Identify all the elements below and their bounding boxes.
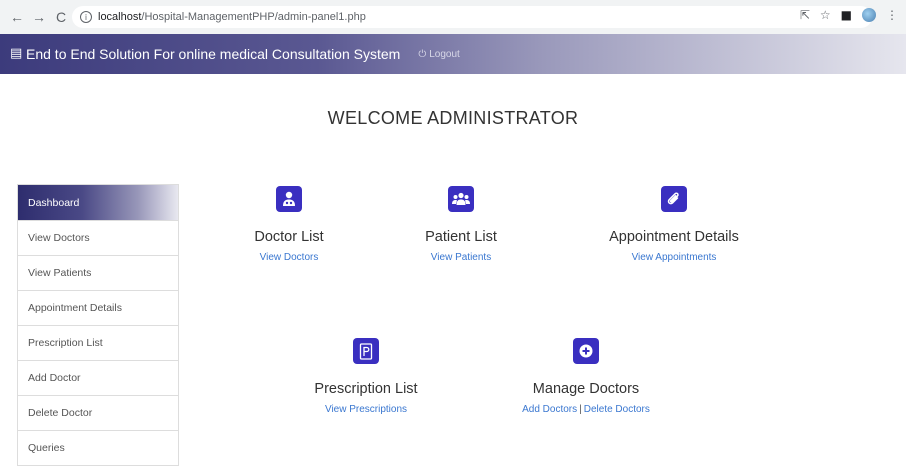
appointment-details-title: Appointment Details: [609, 229, 739, 245]
appointment-details-card: Appointment Details View Appointments: [600, 186, 748, 263]
window-icon[interactable]: ■: [841, 8, 852, 22]
menu-icon[interactable]: ⋮: [886, 8, 898, 22]
plus-circle-icon: [573, 338, 599, 364]
doctor-list-title: Doctor List: [254, 229, 324, 245]
app-navbar: ▤ End to End Solution For online medical…: [0, 34, 906, 74]
logout-label: Logout: [429, 48, 460, 60]
prescription-list-title: Prescription List: [314, 381, 418, 397]
sidebar-item-delete-doctor[interactable]: Delete Doctor: [18, 395, 178, 430]
browser-actions: ⇱ ☆ ■ ⋮: [800, 8, 898, 22]
sidebar-item-view-doctors[interactable]: View Doctors: [18, 220, 178, 255]
power-icon: ⏻: [418, 48, 427, 60]
sidebar-item-prescription-list[interactable]: Prescription List: [18, 325, 178, 360]
users-icon: [448, 186, 474, 212]
patient-list-title: Patient List: [425, 229, 497, 245]
prescription-list-card: Prescription List View Prescriptions: [300, 338, 432, 415]
patient-list-card: Patient List View Patients: [398, 186, 524, 263]
doctor-icon: [276, 186, 302, 212]
link-separator: |: [579, 404, 582, 415]
clipboard-icon: ▤: [10, 46, 23, 61]
prescription-icon: [353, 338, 379, 364]
view-appointments-link[interactable]: View Appointments: [600, 252, 748, 263]
reload-icon[interactable]: C: [52, 8, 70, 26]
profile-avatar[interactable]: [862, 8, 876, 22]
sidebar: Dashboard View Doctors View Patients App…: [17, 184, 179, 466]
view-prescriptions-link[interactable]: View Prescriptions: [300, 404, 432, 415]
add-doctors-link[interactable]: Add Doctors: [522, 404, 577, 415]
share-icon[interactable]: ⇱: [800, 8, 810, 22]
view-patients-link[interactable]: View Patients: [398, 252, 524, 263]
sidebar-item-dashboard[interactable]: Dashboard: [18, 185, 178, 220]
sidebar-item-queries[interactable]: Queries: [18, 430, 178, 465]
site-info-icon[interactable]: i: [80, 11, 92, 23]
manage-doctors-title: Manage Doctors: [532, 381, 640, 397]
sidebar-item-appointment-details[interactable]: Appointment Details: [18, 290, 178, 325]
manage-doctors-links: Add Doctors | Delete Doctors: [516, 404, 656, 415]
back-icon[interactable]: ←: [8, 8, 26, 26]
page-title: WELCOME ADMINISTRATOR: [327, 108, 579, 128]
star-icon[interactable]: ☆: [820, 8, 831, 22]
delete-doctors-link[interactable]: Delete Doctors: [584, 404, 650, 415]
brand-title[interactable]: End to End Solution For online medical C…: [26, 46, 400, 62]
doctor-list-card: Doctor List View Doctors: [225, 186, 353, 263]
paperclip-icon: [661, 186, 687, 212]
view-doctors-link[interactable]: View Doctors: [225, 252, 353, 263]
sidebar-item-view-patients[interactable]: View Patients: [18, 255, 178, 290]
url-text: localhost/Hospital-ManagementPHP/admin-p…: [98, 11, 366, 23]
address-bar[interactable]: i localhost/Hospital-ManagementPHP/admin…: [72, 6, 872, 28]
browser-toolbar: ← → C i localhost/Hospital-ManagementPHP…: [0, 0, 906, 34]
forward-icon[interactable]: →: [30, 8, 48, 26]
manage-doctors-card: Manage Doctors Add Doctors | Delete Doctor…: [516, 338, 656, 415]
logout-link[interactable]: ⏻ Logout: [418, 49, 460, 60]
sidebar-item-add-doctor[interactable]: Add Doctor: [18, 360, 178, 395]
